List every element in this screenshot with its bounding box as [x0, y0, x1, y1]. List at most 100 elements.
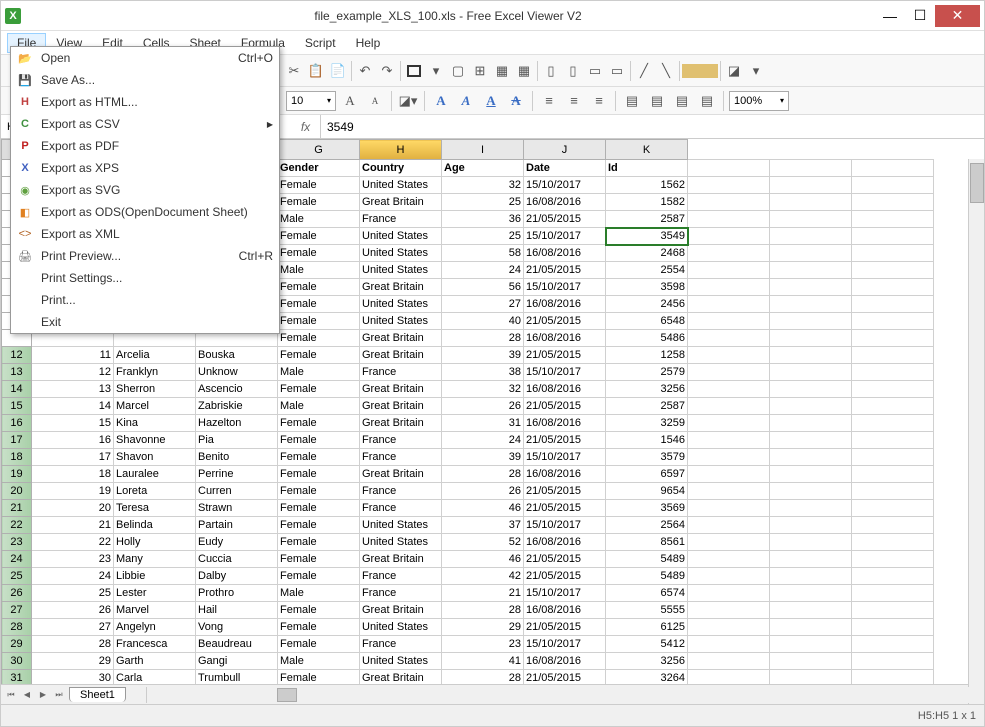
cell[interactable] — [852, 432, 934, 449]
paste-icon[interactable]: 📄 — [327, 60, 349, 82]
cell[interactable]: 3264 — [606, 670, 688, 685]
cell[interactable]: 3579 — [606, 449, 688, 466]
cell[interactable] — [688, 262, 770, 279]
cell[interactable] — [852, 330, 934, 347]
cell[interactable] — [688, 483, 770, 500]
cell[interactable] — [852, 279, 934, 296]
file-menu-export-as-csv[interactable]: CExport as CSV▶ — [11, 113, 279, 135]
file-menu-open[interactable]: 📂OpenCtrl+O — [11, 47, 279, 69]
cell[interactable]: Female — [278, 381, 360, 398]
cell[interactable]: 22 — [32, 534, 114, 551]
cell[interactable]: Ascencio — [196, 381, 278, 398]
cell[interactable]: Dalby — [196, 568, 278, 585]
cell[interactable]: Great Britain — [360, 381, 442, 398]
cell[interactable] — [852, 602, 934, 619]
hscroll-thumb[interactable] — [277, 688, 297, 702]
horizontal-scrollbar[interactable] — [146, 687, 984, 703]
cell[interactable]: Male — [278, 653, 360, 670]
cell[interactable] — [770, 211, 852, 228]
row-header-21[interactable]: 21 — [2, 500, 32, 517]
diag-dropdown-icon[interactable]: ▾ — [745, 60, 767, 82]
cell[interactable]: 46 — [442, 551, 524, 568]
cell[interactable]: 23 — [442, 636, 524, 653]
col-header-I[interactable]: I — [442, 140, 524, 160]
cell[interactable]: Hazelton — [196, 415, 278, 432]
cell[interactable]: 16/08/2016 — [524, 653, 606, 670]
cell[interactable]: Id — [606, 160, 688, 177]
cell[interactable] — [688, 245, 770, 262]
cell[interactable]: 26 — [32, 602, 114, 619]
cell-style1-icon[interactable] — [682, 64, 700, 78]
cell[interactable]: Female — [278, 517, 360, 534]
cell[interactable] — [852, 534, 934, 551]
cell[interactable]: Beaudreau — [196, 636, 278, 653]
cell[interactable]: 2468 — [606, 245, 688, 262]
diag-box-icon[interactable]: ◪ — [723, 60, 745, 82]
border-dropdown-icon[interactable]: ▾ — [425, 60, 447, 82]
row-header-15[interactable]: 15 — [2, 398, 32, 415]
cell[interactable]: 19 — [32, 483, 114, 500]
cell[interactable]: Male — [278, 211, 360, 228]
cell[interactable] — [688, 398, 770, 415]
cell[interactable]: 1582 — [606, 194, 688, 211]
vscroll-thumb[interactable] — [970, 163, 984, 203]
border-left-icon[interactable]: ▯ — [540, 60, 562, 82]
cell[interactable]: Great Britain — [360, 347, 442, 364]
cell[interactable]: United States — [360, 228, 442, 245]
cell[interactable]: 2587 — [606, 398, 688, 415]
cell[interactable] — [770, 517, 852, 534]
cell[interactable]: Female — [278, 296, 360, 313]
cell[interactable]: United States — [360, 262, 442, 279]
cell[interactable] — [852, 551, 934, 568]
cell[interactable] — [688, 466, 770, 483]
cell[interactable]: Great Britain — [360, 466, 442, 483]
cell[interactable] — [770, 551, 852, 568]
col-header-H[interactable]: H — [360, 140, 442, 160]
minimize-button[interactable]: — — [875, 5, 905, 27]
col-header-K[interactable]: K — [606, 140, 688, 160]
cell[interactable]: 36 — [442, 211, 524, 228]
valign-fill-icon[interactable]: ▤ — [696, 90, 718, 112]
cell[interactable] — [688, 653, 770, 670]
cell[interactable]: 16/08/2016 — [524, 330, 606, 347]
cell[interactable] — [770, 228, 852, 245]
cell[interactable] — [852, 177, 934, 194]
cell[interactable]: Carla — [114, 670, 196, 685]
cell[interactable]: Female — [278, 500, 360, 517]
cell[interactable] — [688, 602, 770, 619]
cell[interactable]: 3598 — [606, 279, 688, 296]
cell[interactable]: 21/05/2015 — [524, 483, 606, 500]
cell[interactable]: Female — [278, 619, 360, 636]
cell[interactable]: 2554 — [606, 262, 688, 279]
cell[interactable] — [770, 653, 852, 670]
cell[interactable] — [770, 279, 852, 296]
vertical-scrollbar[interactable] — [968, 159, 984, 704]
cell[interactable] — [770, 415, 852, 432]
cell[interactable] — [770, 398, 852, 415]
cell[interactable]: United States — [360, 313, 442, 330]
row-header-17[interactable]: 17 — [2, 432, 32, 449]
cell[interactable] — [852, 585, 934, 602]
cell[interactable]: Age — [442, 160, 524, 177]
cell[interactable]: France — [360, 432, 442, 449]
cell[interactable]: 1562 — [606, 177, 688, 194]
file-menu-export-as-html-[interactable]: HExport as HTML... — [11, 91, 279, 113]
cut-icon[interactable]: ✂ — [283, 60, 305, 82]
cell[interactable]: 25 — [442, 194, 524, 211]
cell[interactable]: United States — [360, 534, 442, 551]
cell[interactable] — [770, 636, 852, 653]
cell[interactable] — [852, 398, 934, 415]
cell[interactable]: Great Britain — [360, 551, 442, 568]
cell[interactable] — [852, 415, 934, 432]
cell[interactable] — [770, 330, 852, 347]
tab-nav-prev[interactable]: ◀ — [19, 687, 35, 703]
border-add-icon[interactable]: ⊞ — [469, 60, 491, 82]
cell[interactable] — [688, 330, 770, 347]
cell[interactable] — [688, 534, 770, 551]
cell[interactable]: Great Britain — [360, 330, 442, 347]
cell[interactable]: 16/08/2016 — [524, 245, 606, 262]
sheet-tab[interactable]: Sheet1 — [69, 687, 126, 702]
cell[interactable]: Strawn — [196, 500, 278, 517]
cell[interactable]: Lester — [114, 585, 196, 602]
cell[interactable] — [688, 636, 770, 653]
